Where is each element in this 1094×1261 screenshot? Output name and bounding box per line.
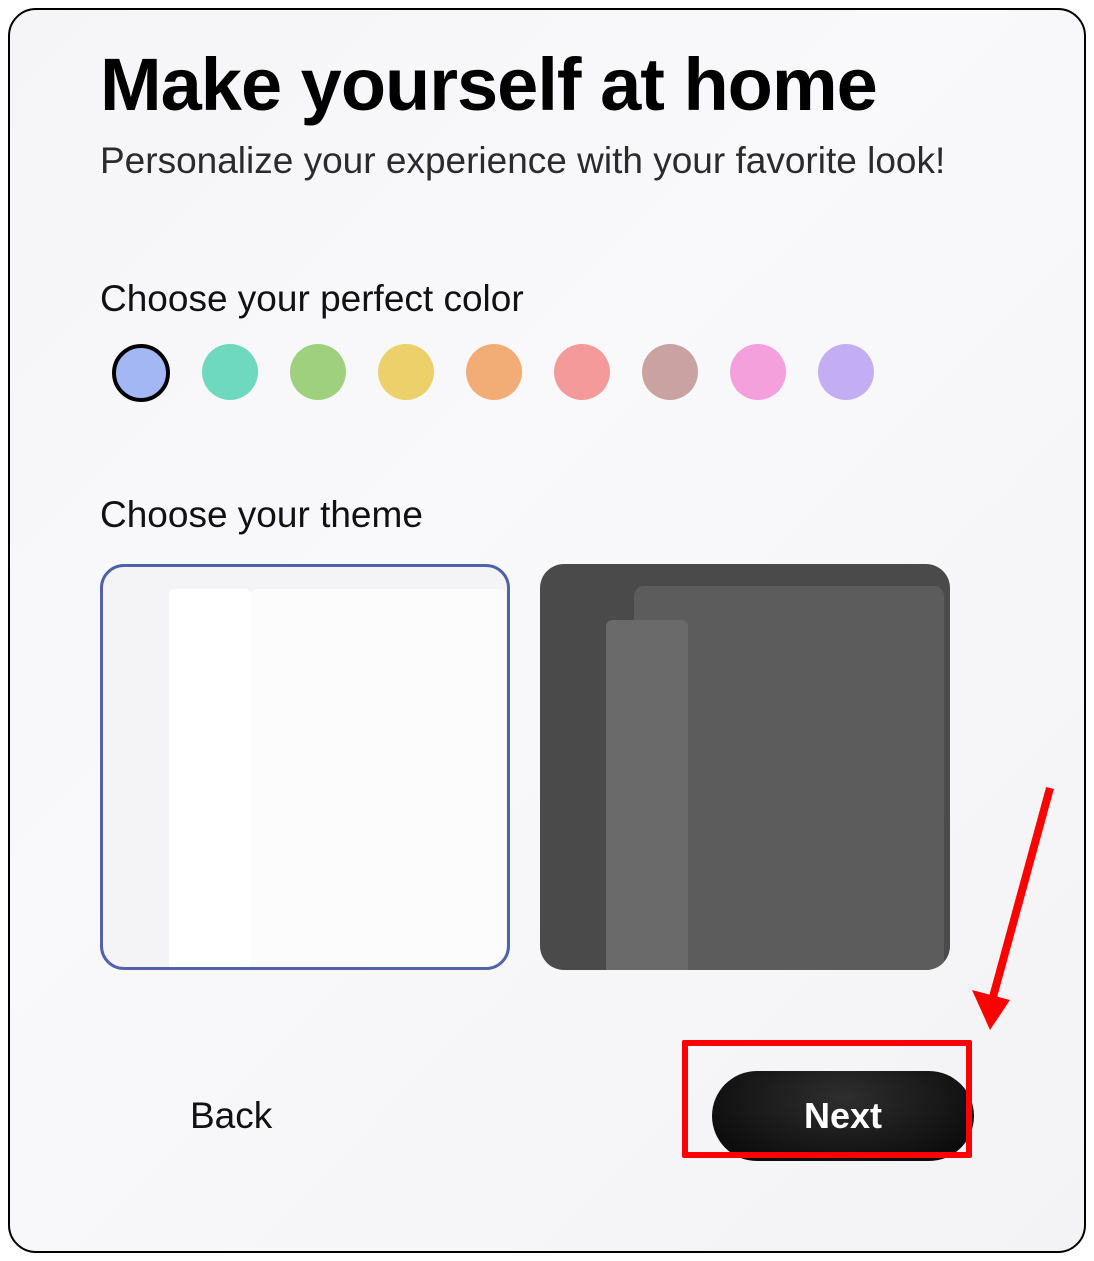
theme-light-preview-main [251, 589, 506, 970]
theme-section-label: Choose your theme [100, 494, 994, 536]
color-swatch-row [100, 344, 994, 402]
color-section-label: Choose your perfect color [100, 278, 994, 320]
personalize-dialog: Make yourself at home Personalize your e… [8, 8, 1086, 1253]
theme-options-row [100, 564, 994, 970]
page-subtitle: Personalize your experience with your fa… [100, 140, 994, 182]
color-section: Choose your perfect color [100, 278, 994, 402]
theme-dark-preview-sidebar [606, 620, 688, 970]
color-swatch-coral[interactable] [554, 344, 610, 400]
color-swatch-blue[interactable] [112, 344, 170, 402]
color-swatch-mauve[interactable] [642, 344, 698, 400]
theme-option-light[interactable] [100, 564, 510, 970]
color-swatch-purple[interactable] [818, 344, 874, 400]
color-swatch-yellow[interactable] [378, 344, 434, 400]
color-swatch-orange[interactable] [466, 344, 522, 400]
next-button[interactable]: Next [712, 1071, 974, 1161]
dialog-footer: Back Next [10, 1031, 1084, 1251]
theme-section: Choose your theme [100, 494, 994, 970]
color-swatch-teal[interactable] [202, 344, 258, 400]
color-swatch-green[interactable] [290, 344, 346, 400]
theme-light-preview-sidebar [169, 589, 251, 970]
back-button[interactable]: Back [190, 1095, 272, 1137]
theme-option-dark[interactable] [540, 564, 950, 970]
color-swatch-pink[interactable] [730, 344, 786, 400]
page-title: Make yourself at home [100, 46, 994, 124]
dialog-content: Make yourself at home Personalize your e… [10, 10, 1084, 970]
